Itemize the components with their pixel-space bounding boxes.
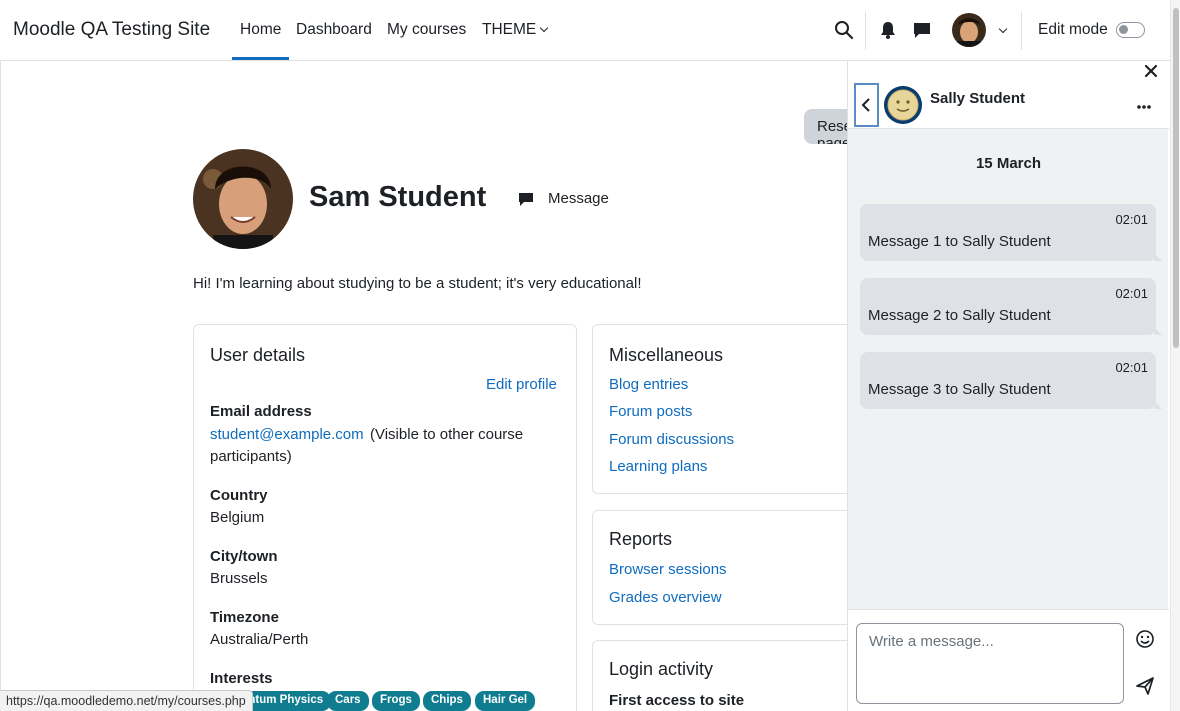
message-composer — [848, 609, 1169, 711]
user-avatar[interactable] — [952, 13, 986, 47]
email-link[interactable]: student@example.com — [210, 426, 364, 443]
message-bubble: 02:01 Message 2 to Sally Student — [860, 278, 1162, 335]
timezone-label: Timezone — [210, 609, 279, 626]
conversation-header: Sally Student — [848, 61, 1169, 129]
interest-tag[interactable]: Chips — [423, 691, 471, 711]
message-bubble: 02:01 Message 1 to Sally Student — [860, 204, 1162, 261]
login-activity-card: Login activity First access to site — [592, 640, 872, 711]
nav-theme-dropdown[interactable]: THEME — [482, 21, 549, 39]
message-button-label: Message — [548, 190, 609, 207]
user-details-card: User details Edit profile Email address … — [193, 324, 577, 711]
chat-bubble-icon[interactable] — [912, 20, 932, 40]
email-visibility-note: (Visible to other course — [370, 426, 524, 443]
message-time: 02:01 — [1115, 212, 1148, 227]
browser-sessions-link[interactable]: Browser sessions — [609, 561, 727, 578]
conversation-date: 15 March — [975, 155, 1042, 172]
city-value: Brussels — [210, 570, 268, 587]
chat-bubble-icon — [519, 193, 533, 206]
blog-entries-link[interactable]: Blog entries — [609, 376, 688, 393]
page-left-border — [0, 61, 1, 711]
edit-profile-link[interactable]: Edit profile — [486, 376, 557, 393]
page-scrollbar[interactable] — [1170, 0, 1180, 711]
more-options-icon[interactable] — [1136, 104, 1152, 110]
bell-icon[interactable] — [878, 20, 898, 40]
miscellaneous-title: Miscellaneous — [609, 345, 724, 365]
chevron-down-icon — [540, 23, 549, 33]
email-visibility-note-cont: participants) — [210, 448, 292, 465]
message-drawer: Sally Student 15 March 02:01 Message 1 t… — [847, 61, 1169, 711]
miscellaneous-card: Miscellaneous Blog entries Forum posts F… — [592, 324, 872, 494]
learning-plans-link[interactable]: Learning plans — [609, 458, 707, 475]
contact-name: Sally Student — [930, 90, 1026, 107]
login-activity-title: Login activity — [609, 659, 714, 679]
interests-label: Interests — [210, 670, 273, 687]
message-input[interactable] — [856, 623, 1124, 704]
reports-card: Reports Browser sessions Grades overview — [592, 510, 872, 625]
message-text: Message 3 to Sally Student — [868, 381, 1051, 398]
top-navbar: Moodle QA Testing Site Home Dashboard My… — [0, 0, 1170, 61]
grades-overview-link[interactable]: Grades overview — [609, 589, 722, 606]
interest-tag[interactable]: Frogs — [372, 691, 420, 711]
scrollbar-thumb[interactable] — [1173, 8, 1179, 348]
interest-tag[interactable]: Cars — [327, 691, 369, 711]
user-details-title: User details — [210, 345, 306, 365]
navbar-divider — [1021, 12, 1022, 50]
message-text: Message 2 to Sally Student — [868, 307, 1051, 324]
city-label: City/town — [210, 548, 278, 565]
country-value: Belgium — [210, 509, 265, 526]
interest-tag[interactable]: Hair Gel — [475, 691, 536, 711]
message-bubble: 02:01 Message 3 to Sally Student — [860, 352, 1162, 409]
nav-home[interactable]: Home — [231, 21, 290, 60]
search-icon[interactable] — [834, 20, 854, 40]
message-time: 02:01 — [1115, 360, 1148, 375]
nav-my-courses[interactable]: My courses — [387, 21, 466, 39]
contact-avatar — [884, 86, 922, 124]
profile-name: Sam Student — [309, 181, 487, 213]
message-time: 02:01 — [1115, 286, 1148, 301]
forum-posts-link[interactable]: Forum posts — [609, 403, 692, 420]
nav-dashboard[interactable]: Dashboard — [296, 21, 372, 39]
chevron-left-icon — [861, 98, 870, 112]
back-button[interactable] — [854, 83, 879, 127]
emoji-icon[interactable] — [1135, 629, 1155, 649]
navbar-divider — [865, 12, 866, 50]
edit-mode-toggle[interactable] — [1116, 22, 1145, 38]
nav-theme-label: THEME — [482, 21, 537, 38]
reports-title: Reports — [609, 529, 673, 549]
message-text: Message 1 to Sally Student — [868, 233, 1051, 250]
link-status-bar: https://qa.moodledemo.net/my/courses.php — [0, 690, 253, 711]
edit-mode-label: Edit mode — [1038, 21, 1108, 38]
forum-discussions-link[interactable]: Forum discussions — [609, 431, 734, 448]
country-label: Country — [210, 487, 268, 504]
profile-description: Hi! I'm learning about studying to be a … — [193, 275, 642, 292]
first-access-label: First access to site — [609, 692, 745, 709]
close-icon[interactable] — [1144, 64, 1158, 78]
email-label: Email address — [210, 403, 312, 420]
user-menu-chevron-icon[interactable] — [998, 24, 1008, 34]
site-brand[interactable]: Moodle QA Testing Site — [13, 19, 210, 41]
timezone-value: Australia/Perth — [210, 631, 309, 648]
send-icon[interactable] — [1135, 676, 1155, 696]
profile-picture — [193, 149, 293, 249]
